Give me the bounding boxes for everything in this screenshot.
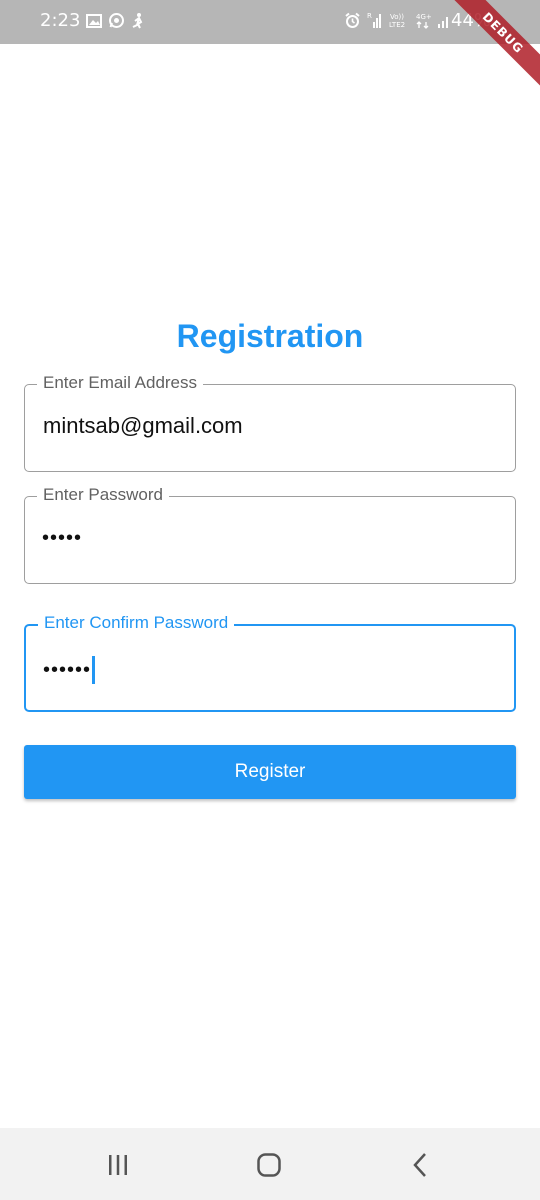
alarm-icon bbox=[345, 12, 360, 28]
back-icon bbox=[413, 1153, 426, 1177]
back-button[interactable] bbox=[400, 1150, 440, 1180]
image-icon bbox=[86, 13, 102, 28]
status-bar: 2:23 R Vo)) LTE2 4G+ 44% DEBUG bbox=[0, 0, 540, 94]
page-title: Registration bbox=[176, 318, 364, 354]
home-button[interactable] bbox=[249, 1150, 289, 1180]
email-field-value: mintsab@gmail.com bbox=[43, 413, 243, 438]
signal2-icon bbox=[438, 17, 448, 28]
confirm-password-field[interactable]: Enter Confirm Password •••••• bbox=[24, 613, 516, 712]
recent-apps-icon bbox=[109, 1155, 127, 1175]
whatsapp-icon bbox=[109, 13, 124, 28]
confirm-password-field-wrap: •••••• bbox=[43, 656, 95, 684]
password-field-label: Enter Password bbox=[37, 485, 169, 505]
password-field-value: ••••• bbox=[42, 527, 83, 549]
home-icon bbox=[257, 1153, 281, 1177]
password-field[interactable]: Enter Password ••••• bbox=[24, 485, 516, 584]
confirm-password-field-label: Enter Confirm Password bbox=[38, 613, 235, 633]
text-caret bbox=[92, 656, 95, 684]
volte-icon: Vo)) LTE2 bbox=[389, 13, 405, 29]
register-button[interactable]: Register bbox=[24, 745, 516, 799]
svg-text:4G+: 4G+ bbox=[416, 13, 431, 21]
runner-icon bbox=[132, 13, 143, 29]
status-time: 2:23 bbox=[40, 10, 81, 31]
confirm-password-field-value: •••••• bbox=[43, 658, 92, 681]
network-4g-icon: 4G+ bbox=[416, 13, 431, 29]
status-left-icons bbox=[86, 12, 145, 29]
signal-icon: R bbox=[367, 12, 381, 28]
svg-text:LTE2: LTE2 bbox=[389, 21, 405, 29]
status-right-icons: R Vo)) LTE2 4G+ bbox=[344, 12, 451, 29]
email-field[interactable]: Enter Email Address mintsab@gmail.com bbox=[24, 373, 516, 472]
svg-text:Vo)): Vo)) bbox=[390, 13, 404, 21]
recent-apps-button[interactable] bbox=[98, 1150, 138, 1180]
email-field-label: Enter Email Address bbox=[37, 373, 204, 393]
svg-text:R: R bbox=[367, 12, 372, 20]
navigation-bar bbox=[0, 1128, 540, 1200]
